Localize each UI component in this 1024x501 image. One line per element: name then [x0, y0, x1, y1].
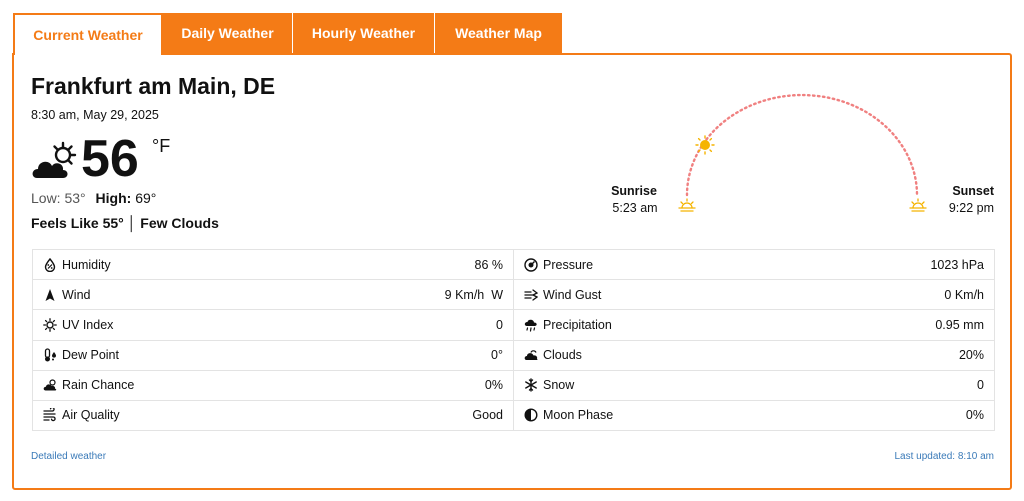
detail-label: Pressure	[543, 257, 594, 272]
detail-label: Precipitation	[543, 317, 612, 332]
sunset-time: 9:22 pm	[948, 201, 994, 215]
sun-arc-path	[685, 93, 919, 197]
high-label: High:	[95, 190, 132, 206]
sun-path-arc	[678, 93, 927, 212]
wind-gust-icon	[524, 288, 538, 302]
detail-row-dew-point: Dew Point 0°	[33, 341, 513, 371]
last-updated: Last updated: 8:10 am	[894, 451, 994, 462]
detail-value: 0°	[491, 348, 503, 363]
low-temperature: Low: 53°	[31, 190, 86, 206]
detail-row-wind-gust: Wind Gust 0 Km/h	[514, 280, 994, 311]
partly-cloudy-day-icon	[32, 141, 77, 178]
detail-label: Wind Gust	[543, 287, 602, 302]
sunrise-label: Sunrise	[611, 184, 657, 198]
detail-value: 1023 hPa	[930, 257, 984, 272]
details-right-column: Pressure 1023 hPa Wind Gust 0 Km/h Preci…	[514, 250, 994, 430]
detail-value: 0 Km/h	[944, 287, 984, 302]
current-temperature: 56	[81, 130, 139, 188]
detail-label: Humidity	[62, 257, 111, 272]
detail-row-clouds: Clouds 20%	[514, 341, 994, 371]
dew-point-icon	[43, 348, 57, 362]
wind-direction-icon	[43, 288, 57, 302]
detail-row-snow: Snow 0	[514, 371, 994, 401]
sunset-icon	[909, 198, 927, 212]
detail-row-wind: Wind 9 Km/h W	[33, 280, 513, 311]
detail-label: UV Index	[62, 317, 114, 332]
detail-row-moon-phase: Moon Phase 0%	[514, 401, 994, 430]
feels-like-conditions: Feels Like 55° │ Few Clouds	[31, 215, 219, 231]
detail-value: 9 Km/h W	[444, 287, 503, 302]
detail-value: 0.95 mm	[935, 317, 984, 332]
current-weather-panel: Frankfurt am Main, DE 8:30 am, May 29, 2…	[12, 53, 1012, 490]
detail-value: 0%	[965, 408, 984, 423]
detail-row-rain-chance: Rain Chance 0%	[33, 371, 513, 401]
tab-hourly-weather[interactable]: Hourly Weather	[293, 13, 435, 53]
detail-label: Snow	[543, 378, 575, 393]
detail-row-pressure: Pressure 1023 hPa	[514, 250, 994, 281]
clouds-icon	[524, 348, 538, 362]
detail-row-humidity: Humidity 86 %	[33, 250, 513, 281]
detail-label: Moon Phase	[543, 408, 614, 423]
detail-value: 20%	[958, 348, 984, 363]
tab-current-weather[interactable]: Current Weather	[13, 13, 163, 55]
uv-index-icon	[43, 318, 57, 332]
detail-value: 0	[496, 317, 503, 332]
pressure-icon	[524, 257, 538, 272]
sunrise-time: 5:23 am	[612, 201, 658, 215]
tab-daily-weather[interactable]: Daily Weather	[163, 13, 293, 53]
detail-row-precipitation: Precipitation 0.95 mm	[514, 310, 994, 341]
detail-label: Clouds	[543, 348, 582, 363]
detail-value: Good	[472, 408, 503, 423]
tab-weather-map[interactable]: Weather Map	[435, 13, 562, 53]
tab-bar: Current Weather Daily Weather Hourly Wea…	[13, 13, 562, 55]
sun-position-icon	[695, 135, 715, 155]
temperature-unit[interactable]: °F	[152, 136, 170, 157]
detail-row-air-quality: Air Quality Good	[33, 401, 513, 430]
detail-row-uv-index: UV Index 0	[33, 310, 513, 341]
detail-value: 0%	[484, 378, 503, 393]
detail-label: Air Quality	[62, 408, 120, 423]
low-high-temperature: Low: 53° High: 69°	[31, 190, 156, 206]
moon-phase-icon	[524, 408, 538, 422]
detail-value: 86 %	[474, 257, 504, 272]
high-temperature: 69°	[135, 190, 157, 206]
detail-value: 0	[977, 378, 984, 393]
weather-details-table: Humidity 86 % Wind 9 Km/h W UV Index 0 D…	[32, 249, 995, 431]
humidity-icon	[43, 257, 57, 272]
snow-icon	[524, 378, 538, 392]
air-quality-icon	[43, 408, 57, 422]
rain-chance-icon	[43, 378, 57, 392]
sunset-label: Sunset	[952, 184, 994, 198]
detail-label: Dew Point	[62, 348, 119, 363]
observation-datetime: 8:30 am, May 29, 2025	[31, 108, 159, 122]
detail-label: Wind	[62, 287, 91, 302]
location-title: Frankfurt am Main, DE	[31, 73, 276, 99]
detailed-weather-link[interactable]: Detailed weather	[31, 451, 106, 462]
sunrise-icon	[678, 198, 696, 212]
detail-label: Rain Chance	[62, 378, 135, 393]
details-left-column: Humidity 86 % Wind 9 Km/h W UV Index 0 D…	[33, 250, 514, 430]
precipitation-icon	[524, 318, 538, 332]
